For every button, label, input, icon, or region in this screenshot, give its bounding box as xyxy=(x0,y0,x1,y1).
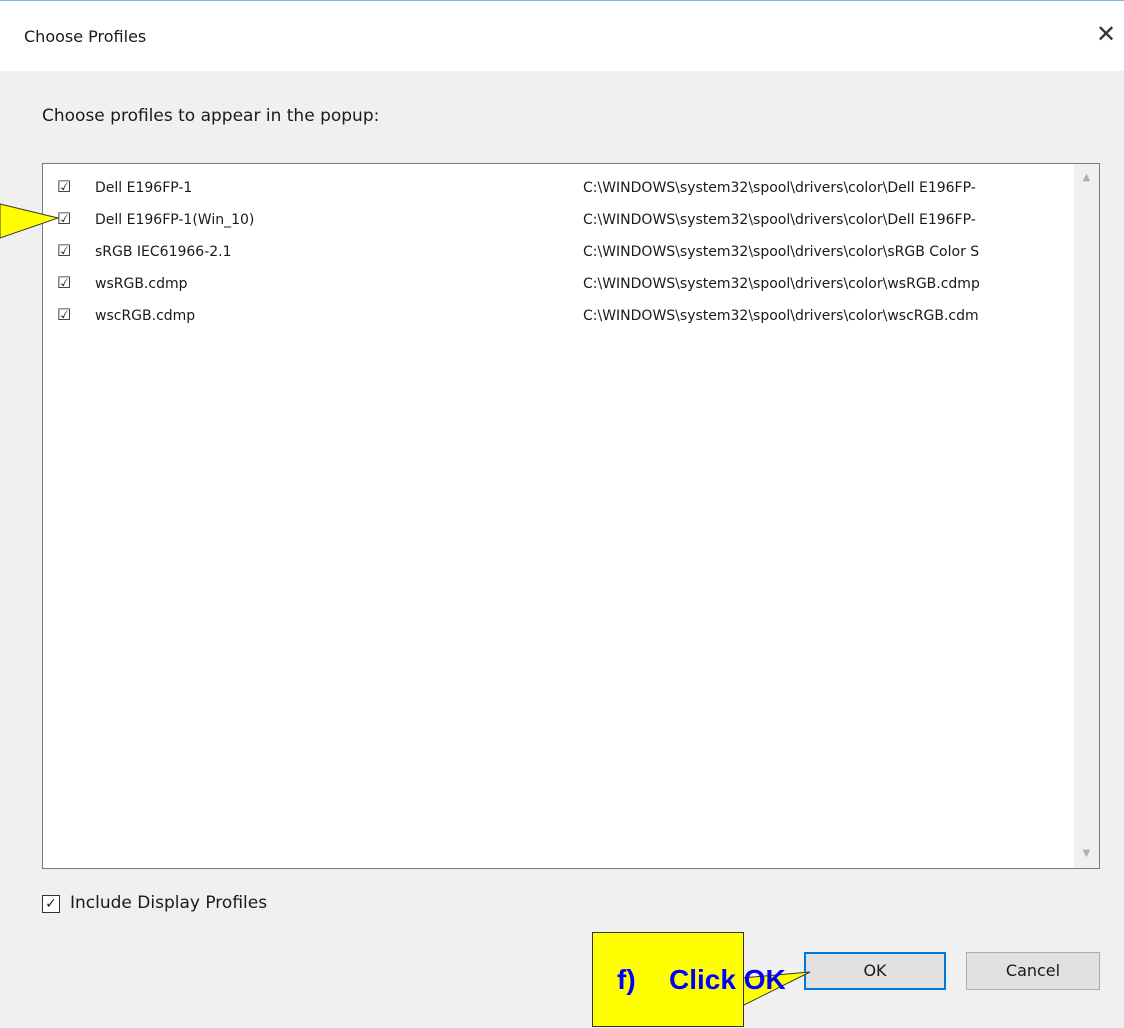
callout-text: f) Click OK xyxy=(593,932,786,1027)
callout-pointers xyxy=(0,203,811,1007)
callout-message: Click OK xyxy=(669,964,786,995)
callout-step-letter: f) xyxy=(617,964,636,995)
left-callout-pointer xyxy=(0,203,60,239)
